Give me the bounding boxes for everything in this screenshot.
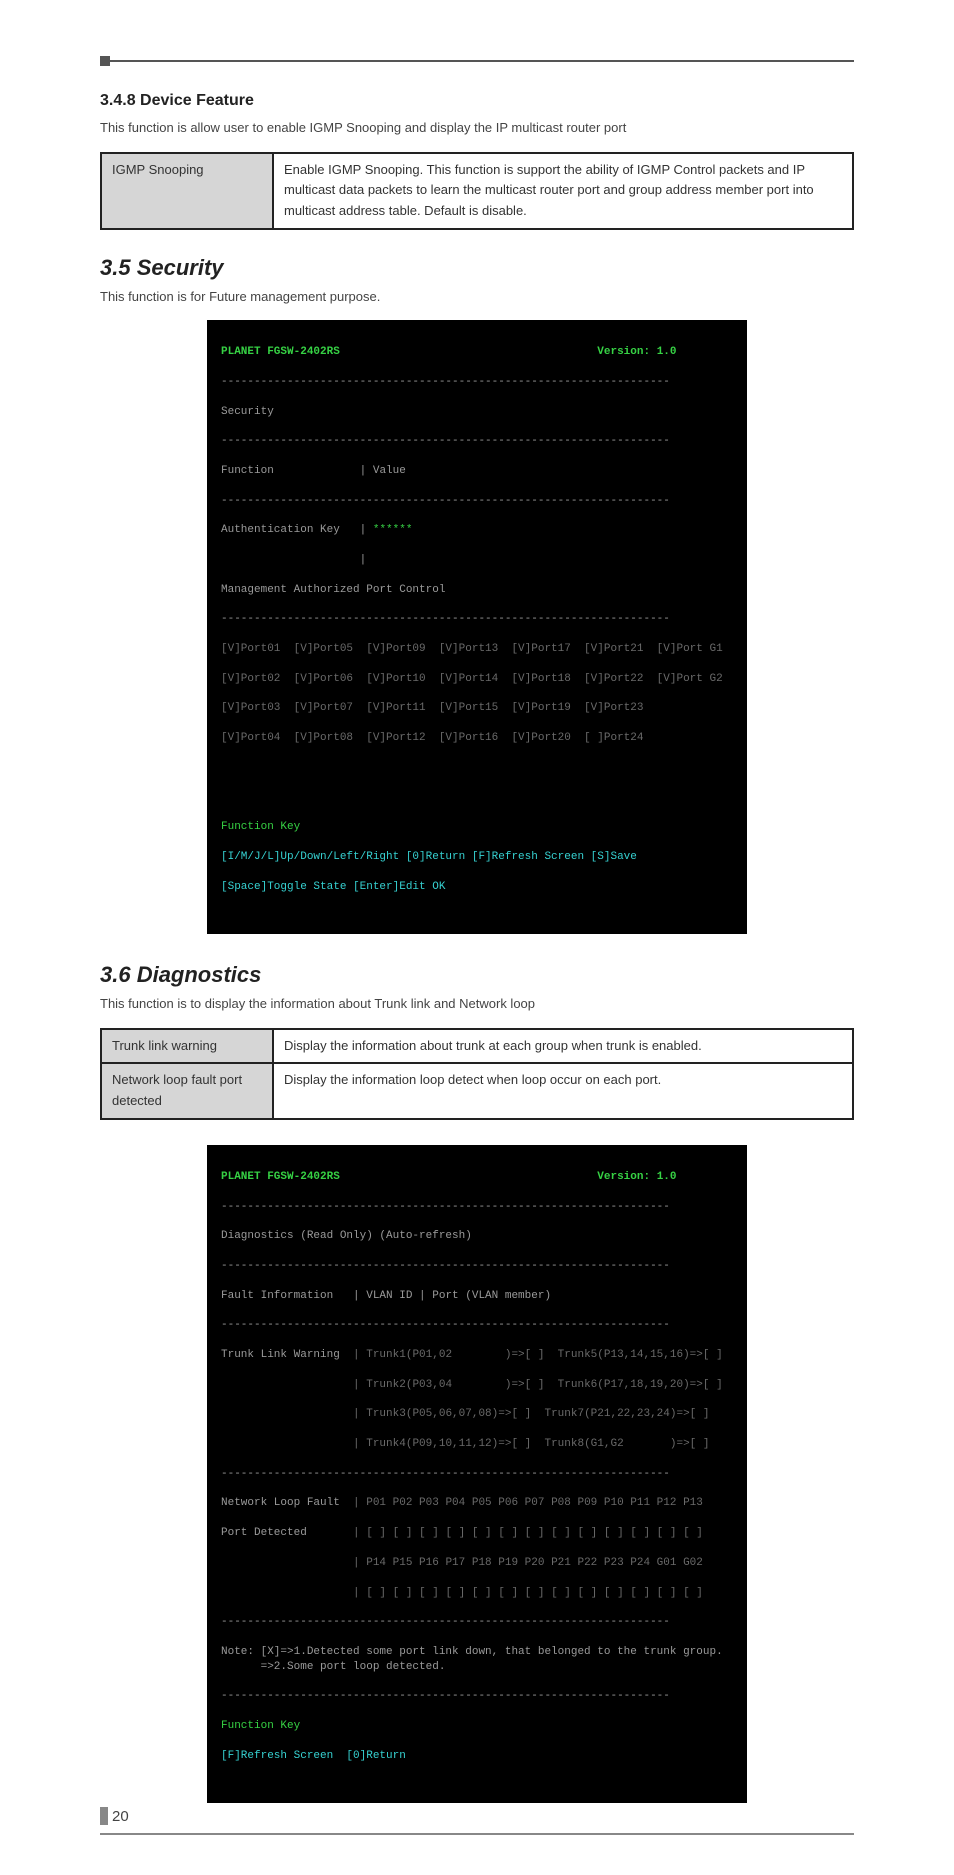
page-number-wrap: 20: [100, 1807, 129, 1825]
term-title: PLANET FGSW-2402RS: [221, 346, 340, 358]
cell-loop-name: Network loop fault port detected: [101, 1063, 273, 1119]
term-tline2: | Trunk2(P03,04 )=>[ ] Trunk6(P17,18,19,…: [353, 1379, 723, 1391]
table-diag: Trunk link warning Display the informati…: [100, 1028, 854, 1120]
intro-36: This function is to display the informat…: [100, 994, 854, 1014]
intro-348: This function is allow user to enable IG…: [100, 118, 854, 138]
term-fhelp2: [Space]Toggle State [Enter]Edit OK: [221, 880, 733, 895]
term-trunklabel: Trunk Link Warning: [221, 1349, 340, 1361]
term-note: Note: [X]=>1.Detected some port link dow…: [221, 1645, 733, 1675]
term-fkey2: Function Key: [221, 1719, 733, 1734]
term-lline3: | P14 P15 P16 P17 P18 P19 P20 P21 P22 P2…: [353, 1557, 703, 1569]
heading-348: 3.4.8 Device Feature: [100, 92, 854, 110]
term-func: Function: [221, 465, 274, 477]
term-ports1: [V]Port01 [V]Port05 [V]Port09 [V]Port13 …: [221, 642, 733, 657]
cell-loop-desc: Display the information loop detect when…: [273, 1063, 853, 1119]
terminal-security: PLANET FGSW-2402RS Version: 1.0 --------…: [207, 320, 747, 934]
heading-36: 3.6 Diagnostics: [100, 962, 854, 988]
term-title2: PLANET FGSW-2402RS: [221, 1171, 340, 1183]
table-row: IGMP Snooping Enable IGMP Snooping. This…: [101, 153, 853, 229]
cell-igmp-name: IGMP Snooping: [101, 153, 273, 229]
term-ports3: [V]Port03 [V]Port07 [V]Port11 [V]Port15 …: [221, 701, 733, 716]
term-value: Value: [373, 465, 406, 477]
term-tline3: | Trunk3(P05,06,07,08)=>[ ] Trunk7(P21,2…: [353, 1408, 709, 1420]
term-tline1: | Trunk1(P01,02 )=>[ ] Trunk5(P13,14,15,…: [353, 1349, 723, 1361]
cell-igmp-desc: Enable IGMP Snooping. This function is s…: [273, 153, 853, 229]
term-lline4: | [ ] [ ] [ ] [ ] [ ] [ ] [ ] [ ] [ ] [ …: [353, 1587, 703, 1599]
term-authlabel: Authentication Key: [221, 524, 340, 536]
term-fhelp1: [I/M/J/L]Up/Down/Left/Right [0]Return [F…: [221, 850, 733, 865]
term-lline2: | [ ] [ ] [ ] [ ] [ ] [ ] [ ] [ ] [ ] [ …: [353, 1527, 703, 1539]
term-mode: Diagnostics (Read Only) (Auto-refresh): [221, 1229, 733, 1244]
term-tline4: | Trunk4(P09,10,11,12)=>[ ] Trunk8(G1,G2…: [353, 1438, 709, 1450]
term-faultlabel: Fault Information: [221, 1290, 333, 1302]
term-mgmt: Management Authorized Port Control: [221, 583, 733, 598]
term-fhelp: [F]Refresh Screen [0]Return: [221, 1749, 733, 1764]
heading-35: 3.5 Security: [100, 255, 854, 281]
term-fkey: Function Key: [221, 820, 733, 835]
term-looplabel2: Port Detected: [221, 1527, 340, 1539]
term-faultval: | VLAN ID | Port (VLAN member): [353, 1290, 551, 1302]
terminal-diag: PLANET FGSW-2402RS Version: 1.0 --------…: [207, 1145, 747, 1803]
term-ports4: [V]Port04 [V]Port08 [V]Port12 [V]Port16 …: [221, 731, 733, 746]
page-number: 20: [112, 1808, 129, 1825]
term-version2: Version: 1.0: [597, 1171, 676, 1183]
term-authval: ******: [373, 524, 413, 536]
term-looplabel: Network Loop Fault: [221, 1497, 340, 1509]
intro-35: This function is for Future management p…: [100, 287, 854, 307]
table-igmp: IGMP Snooping Enable IGMP Snooping. This…: [100, 152, 854, 230]
table-row: Network loop fault port detected Display…: [101, 1063, 853, 1119]
cell-trunk-name: Trunk link warning: [101, 1029, 273, 1064]
term-security: Security: [221, 405, 733, 420]
term-version: Version: 1.0: [597, 346, 676, 358]
table-row: Trunk link warning Display the informati…: [101, 1029, 853, 1064]
cell-trunk-desc: Display the information about trunk at e…: [273, 1029, 853, 1064]
term-ports2: [V]Port02 [V]Port06 [V]Port10 [V]Port14 …: [221, 672, 733, 687]
term-lline1: | P01 P02 P03 P04 P05 P06 P07 P08 P09 P1…: [353, 1497, 703, 1509]
